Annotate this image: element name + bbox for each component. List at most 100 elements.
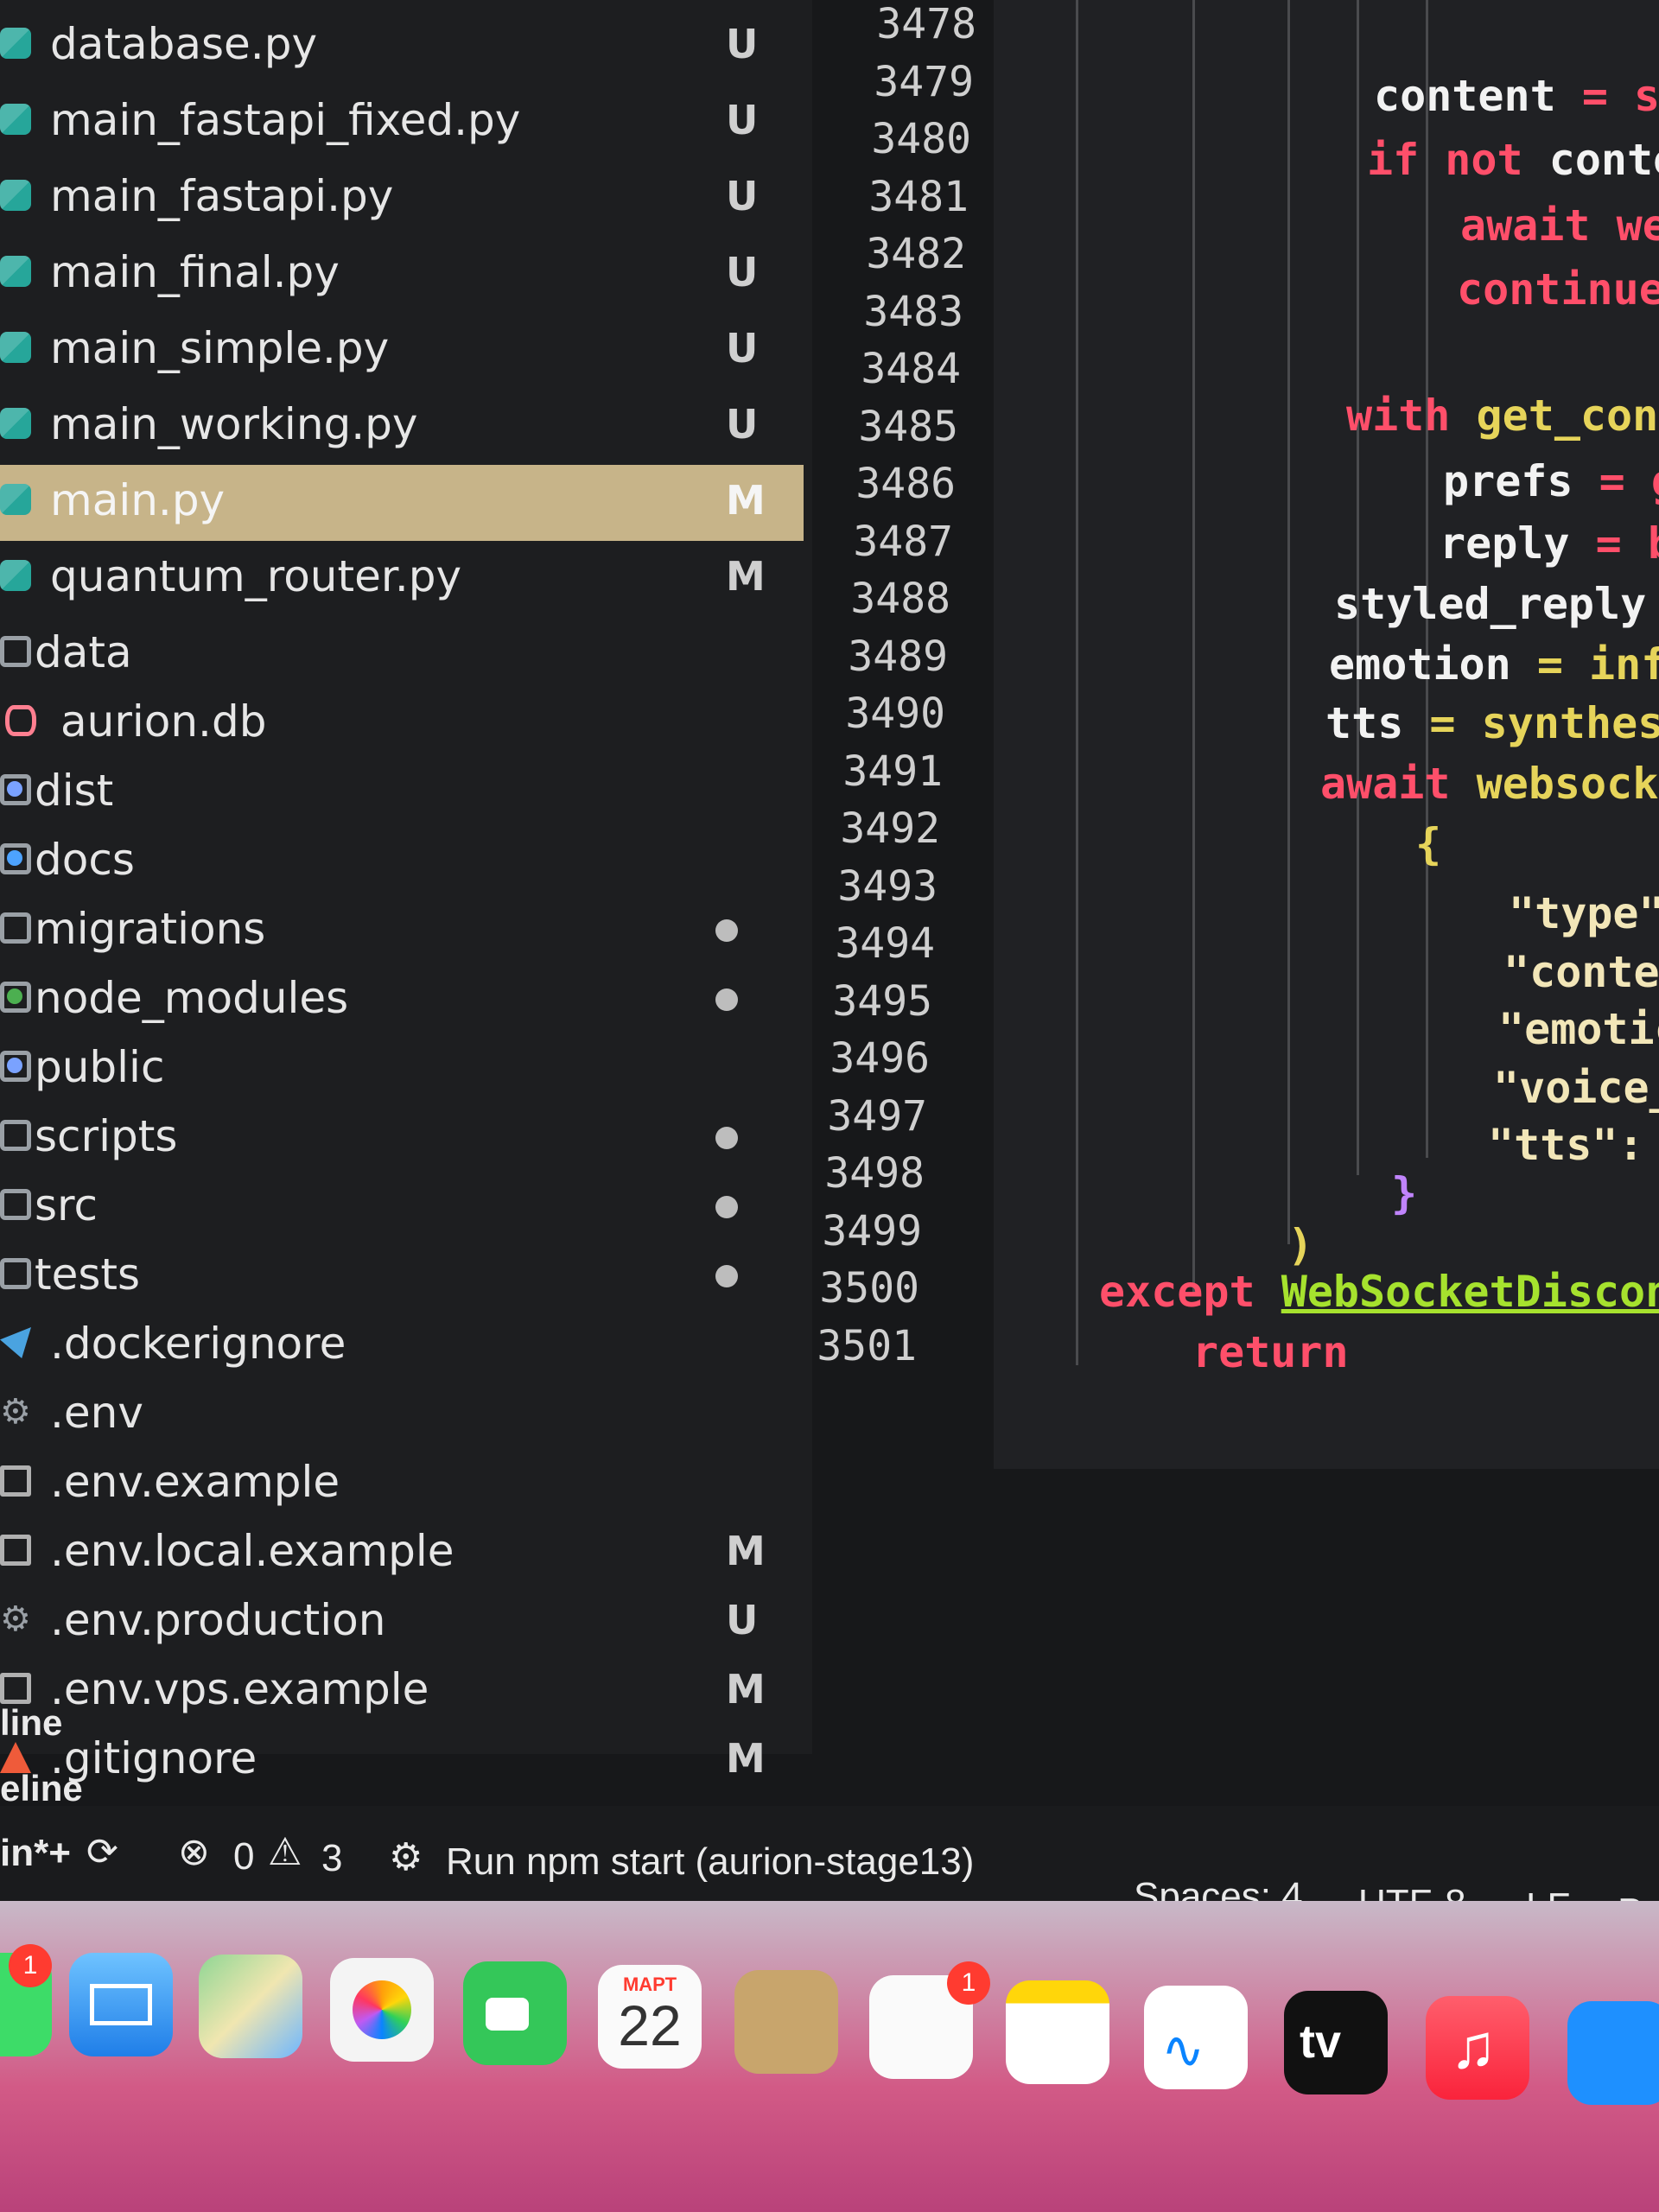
indent-guide [1287,0,1290,1244]
gear-icon: ⚙ [0,1600,31,1638]
messages-badge: 1 [9,1944,52,1987]
explorer-item-tests[interactable]: tests [0,1239,804,1308]
branch-name[interactable]: in*+ [0,1832,71,1875]
mail-app-icon[interactable] [69,1953,173,2056]
explorer-item-label: main_simple.py [50,323,390,373]
explorer-item-quantum-router-py[interactable]: quantum_router.py M [0,541,804,617]
line-number: 3480 [871,115,971,163]
apple-tv-app-icon[interactable]: tv [1284,1991,1388,2094]
timeline-section[interactable]: eline [0,1768,83,1809]
code-line-3491: { [1415,819,1442,869]
outline-section[interactable]: line [0,1702,62,1744]
git-status-badge: U [726,325,759,372]
explorer-item-label: quantum_router.py [50,551,462,601]
docker-icon [0,1327,31,1358]
line-number: 3501 [817,1321,917,1370]
line-number: 3490 [845,690,945,738]
explorer-item-src[interactable]: src [0,1170,804,1239]
explorer-item-scripts[interactable]: scripts [0,1101,804,1170]
explorer-item-main-simple-py[interactable]: main_simple.py U [0,313,804,389]
explorer-item-label: node_modules [35,973,349,1023]
line-number: 3481 [868,172,969,221]
folder-status-dot [7,988,22,1004]
run-task-icon[interactable]: ⚙ [389,1835,423,1879]
code-line-3481: await we [1460,200,1659,251]
explorer-item-label: migrations [35,904,266,954]
error-count[interactable]: 0 [233,1835,254,1878]
code-line-3486: reply = b [1440,518,1659,569]
file-icon [0,1465,31,1497]
line-number: 3478 [876,0,976,48]
run-task-label[interactable]: Run npm start (aurion-stage13) [446,1840,974,1884]
python-file-icon [0,484,31,515]
tv-label: tv [1300,2016,1342,2068]
line-number: 3494 [835,919,935,968]
line-number: 3493 [837,861,938,911]
git-status-badge: U [726,173,759,219]
code-line-3479: content = s [1374,71,1659,121]
folder-icon [0,1189,31,1220]
contacts-app-icon[interactable] [734,1970,838,2074]
explorer-item-label: .env.local.example [50,1526,454,1576]
explorer-item-main-py[interactable]: main.py M [0,465,804,541]
explorer-item-label: data [35,627,132,677]
line-number: 3486 [855,460,956,508]
music-app-icon[interactable]: ♫ [1426,1996,1529,2100]
explorer-item-label: main_fastapi.py [50,171,394,221]
git-modified-dot [715,1196,738,1218]
warning-count[interactable]: 3 [321,1837,342,1880]
notes-app-icon[interactable] [1006,1980,1109,2084]
error-icon[interactable]: ⊗ [178,1830,210,1874]
code-line-3484: with get_conn [1346,391,1659,441]
explorer-item-label: .env.vps.example [50,1664,429,1714]
calendar-app-icon[interactable]: МАРТ 22 [598,1965,702,2069]
code-line-3485: prefs = g [1443,456,1659,506]
database-icon [5,705,36,736]
git-status-badge: U [726,401,759,448]
facetime-app-icon[interactable] [463,1961,567,2065]
git-status-badge: M [726,1528,766,1574]
folder-status-dot [7,1058,22,1073]
explorer-item-database-py[interactable]: database.py U [0,9,804,85]
code-line-3489: tts = synthesi [1325,698,1659,748]
freeform-app-icon[interactable]: ∿ [1144,1986,1248,2089]
explorer-item-label: .env.production [50,1595,386,1645]
line-number: 3498 [824,1149,925,1198]
reminders-badge: 1 [947,1961,990,2005]
python-file-icon [0,104,31,135]
git-status-badge: U [726,249,759,296]
explorer-item-env-vps-example[interactable]: .env.vps.example M [0,1654,804,1723]
explorer-item-gitignore[interactable]: .gitignore M [0,1723,804,1792]
git-status-badge: U [726,97,759,143]
warning-icon[interactable]: ⚠ [268,1830,302,1874]
code-line-3494: "emotic [1498,1004,1659,1054]
explorer-item-migrations[interactable]: migrations [0,893,804,963]
code-line-3498: ) [1287,1220,1314,1270]
sync-icon[interactable]: ⟳ [86,1830,118,1874]
explorer-item-env-example[interactable]: .env.example [0,1446,804,1516]
explorer-item-dockerignore[interactable]: .dockerignore [0,1308,804,1377]
maps-app-icon[interactable] [199,1955,302,2058]
git-modified-dot [715,1265,738,1287]
photos-app-icon[interactable] [330,1958,434,2062]
explorer-item-public[interactable]: public [0,1032,804,1101]
explorer-item-main-final-py[interactable]: main_final.py U [0,237,804,313]
explorer-item-data[interactable]: data [0,617,804,686]
explorer-item-env-production[interactable]: ⚙ .env.production U [0,1585,804,1654]
code-line-3500: return [1192,1327,1349,1377]
python-file-icon [0,408,31,439]
explorer-item-main-fastapi-py[interactable]: main_fastapi.py U [0,161,804,237]
explorer-item-env-local-example[interactable]: .env.local.example M [0,1516,804,1585]
keynote-app-icon[interactable] [1567,2001,1659,2105]
explorer-item-label: main.py [50,475,226,525]
explorer-item-node-modules[interactable]: node_modules [0,963,804,1032]
explorer-item-main-fastapi-fixed-py[interactable]: main_fastapi_fixed.py U [0,85,804,161]
explorer-item-aurion-db[interactable]: aurion.db [0,686,804,755]
explorer-item-main-working-py[interactable]: main_working.py U [0,389,804,465]
explorer-item-dist[interactable]: dist [0,755,804,824]
code-editor[interactable]: content = s if not conte await we contin… [994,0,1659,1469]
explorer-item-env[interactable]: ⚙ .env [0,1377,804,1446]
explorer-item-docs[interactable]: docs [0,824,804,893]
line-number: 3492 [840,804,940,853]
line-number: 3483 [863,287,963,336]
